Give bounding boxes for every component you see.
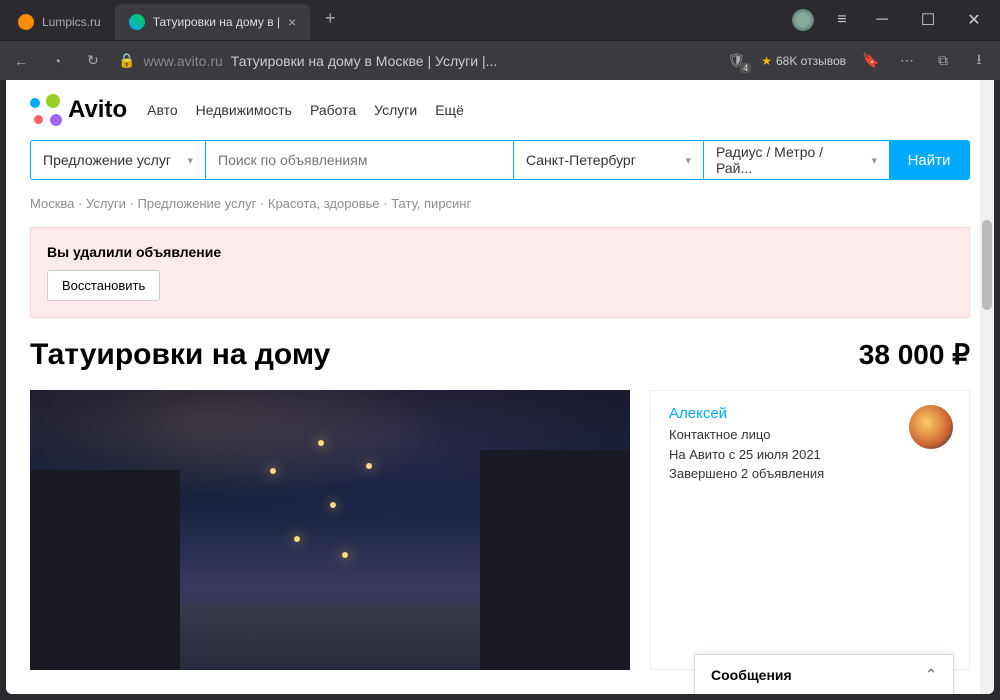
menu-icon[interactable]: ≡	[824, 11, 860, 29]
nav-auto[interactable]: Авто	[147, 102, 178, 118]
logo-icon	[30, 94, 62, 126]
url-bar: ← ◔ ↻ 🔒 www.avito.ru Татуировки на дому …	[0, 40, 1000, 80]
seller-card: Алексей Контактное лицо На Авито с 25 ию…	[650, 390, 970, 670]
scrollbar[interactable]	[980, 80, 994, 694]
page-viewport: Avito Авто Недвижимость Работа Услуги Ещ…	[6, 80, 994, 694]
browser-titlebar: Lumpics.ru Татуировки на дому в | × + ≡ …	[0, 0, 1000, 40]
tab-lumpics[interactable]: Lumpics.ru	[4, 4, 115, 40]
seller-name[interactable]: Алексей	[669, 405, 951, 422]
item-header: Татуировки на дому 38 000 ₽	[30, 338, 970, 372]
radius-value: Радиус / Метро / Рай...	[716, 144, 861, 176]
scroll-thumb[interactable]	[982, 220, 992, 310]
window-controls: ─ ☐ ✕	[860, 4, 996, 36]
seller-avatar[interactable]	[909, 405, 953, 449]
city-value: Санкт-Петербург	[526, 152, 636, 168]
url-page-title: Татуировки на дому в Москве | Услуги |..…	[231, 53, 497, 69]
search-bar: Предложение услуг ▾ Санкт-Петербург ▾ Ра…	[30, 140, 970, 180]
close-button[interactable]: ✕	[952, 4, 996, 36]
seller-done: Завершено 2 объявления	[669, 464, 951, 484]
chevron-up-icon: ⌃	[925, 666, 937, 683]
avito-logo[interactable]: Avito	[30, 94, 127, 126]
nav-services[interactable]: Услуги	[374, 102, 417, 118]
crumb[interactable]: Тату, пирсинг	[391, 196, 471, 211]
chevron-down-icon: ▾	[685, 154, 691, 167]
favicon-avito	[129, 14, 145, 30]
deleted-notice: Вы удалили объявление Восстановить	[30, 227, 970, 318]
extensions-icon[interactable]: ⧉	[932, 52, 954, 69]
tab-title: Lumpics.ru	[42, 15, 101, 29]
messages-label: Сообщения	[711, 667, 792, 683]
nav-realty[interactable]: Недвижимость	[196, 102, 292, 118]
radius-select[interactable]: Радиус / Метро / Рай... ▾	[704, 141, 889, 179]
messages-panel[interactable]: Сообщения ⌃	[694, 654, 954, 694]
tab-strip: Lumpics.ru Татуировки на дому в | × +	[4, 4, 782, 40]
tab-title: Татуировки на дому в |	[153, 15, 280, 29]
item-gallery[interactable]	[30, 390, 630, 670]
top-nav: Авто Недвижимость Работа Услуги Ещё	[147, 102, 464, 118]
crumb[interactable]: Москва	[30, 196, 74, 211]
yandex-icon[interactable]: ◔	[46, 53, 68, 69]
downloads-icon[interactable]: ⭳	[968, 49, 990, 73]
maximize-button[interactable]: ☐	[906, 4, 950, 36]
more-icon[interactable]: ⋯	[896, 52, 918, 69]
seller-since: На Авито с 25 июля 2021	[669, 445, 951, 465]
bookmark-icon[interactable]: 🔖	[860, 52, 882, 69]
logo-text: Avito	[68, 96, 127, 124]
category-select[interactable]: Предложение услуг ▾	[31, 141, 206, 179]
reviews-count: 68K отзывов	[776, 54, 846, 68]
shield-icon[interactable]: 🛡	[725, 52, 747, 69]
profile-avatar[interactable]	[792, 9, 814, 31]
search-input[interactable]	[218, 152, 501, 168]
item-price: 38 000 ₽	[859, 338, 970, 371]
search-field[interactable]	[206, 141, 514, 179]
city-select[interactable]: Санкт-Петербург ▾	[514, 141, 704, 179]
extension-reviews[interactable]: ★ 68K отзывов	[761, 54, 846, 68]
chevron-down-icon: ▾	[187, 154, 193, 167]
chevron-down-icon: ▾	[871, 154, 877, 167]
new-tab-button[interactable]: +	[316, 4, 344, 32]
tab-avito[interactable]: Татуировки на дому в | ×	[115, 4, 311, 40]
reload-button[interactable]: ↻	[82, 52, 104, 69]
minimize-button[interactable]: ─	[860, 4, 904, 36]
lock-icon: 🔒	[118, 52, 135, 69]
header-row: Avito Авто Недвижимость Работа Услуги Ещ…	[30, 94, 970, 126]
nav-more[interactable]: Ещё	[435, 102, 464, 118]
nav-job[interactable]: Работа	[310, 102, 356, 118]
breadcrumb: Москва · Услуги · Предложение услуг · Кр…	[30, 196, 970, 211]
notice-title: Вы удалили объявление	[47, 244, 953, 260]
search-button[interactable]: Найти	[889, 141, 969, 179]
category-value: Предложение услуг	[43, 152, 171, 168]
restore-button[interactable]: Восстановить	[47, 270, 160, 301]
back-button[interactable]: ←	[10, 53, 32, 69]
crumb[interactable]: Услуги	[86, 196, 126, 211]
close-icon[interactable]: ×	[288, 14, 296, 30]
url-domain: www.avito.ru	[143, 53, 222, 69]
star-icon: ★	[761, 54, 772, 68]
crumb[interactable]: Предложение услуг	[138, 196, 257, 211]
item-title: Татуировки на дому	[30, 338, 330, 372]
favicon-lumpics	[18, 14, 34, 30]
crumb[interactable]: Красота, здоровье	[268, 196, 380, 211]
address-field[interactable]: 🔒 www.avito.ru Татуировки на дому в Моск…	[118, 52, 711, 69]
item-body: Алексей Контактное лицо На Авито с 25 ию…	[30, 390, 970, 670]
